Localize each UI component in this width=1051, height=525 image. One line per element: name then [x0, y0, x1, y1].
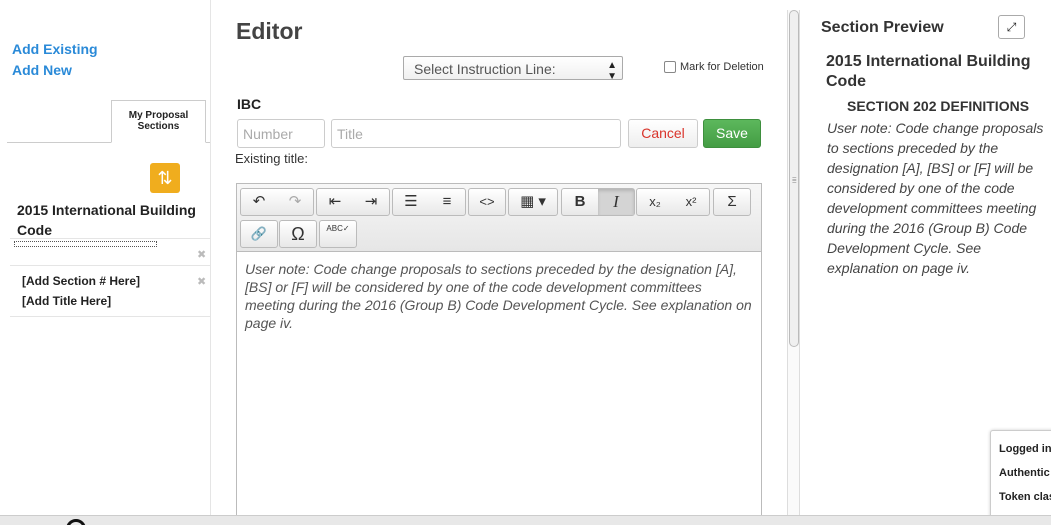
divider	[10, 316, 210, 317]
section-number-placeholder[interactable]: [Add Section # Here]	[22, 274, 140, 288]
page: Add Existing Add New My Proposal Section…	[0, 0, 1051, 525]
auth-line: Authentic	[999, 467, 1050, 479]
expand-icon: ⤢	[1006, 20, 1017, 34]
omega-icon[interactable]: Ω	[280, 221, 316, 247]
spellcheck-icon[interactable]: ABC✓	[320, 221, 356, 247]
link-icon[interactable]: 🔗	[241, 221, 277, 247]
mark-deletion-checkbox[interactable]	[664, 61, 676, 73]
left-panel: Add Existing Add New My Proposal Section…	[0, 0, 211, 515]
expand-button[interactable]: ⤢	[998, 15, 1025, 39]
source-code-icon[interactable]: <>	[469, 189, 505, 215]
add-new-link[interactable]: Add New	[12, 62, 72, 78]
indent-icon[interactable]: ⇥	[353, 189, 389, 215]
instruction-line-select[interactable]: Select Instruction Line: ▲ ▼	[403, 56, 623, 82]
close-icon[interactable]: ✖	[197, 275, 206, 288]
editor-content[interactable]: User note: Code change proposals to sect…	[245, 260, 753, 332]
divider	[10, 265, 210, 266]
bottom-bar	[0, 515, 1051, 525]
link-group: 🔗	[240, 220, 278, 248]
special-char-group: Ω	[279, 220, 317, 248]
preview-section-heading: SECTION 202 DEFINITIONS	[847, 98, 1030, 114]
cancel-button[interactable]: Cancel	[628, 119, 698, 148]
title-input[interactable]: Title	[331, 119, 621, 148]
math-group: Σ	[713, 188, 751, 216]
redo-icon[interactable]: ↷	[277, 189, 313, 215]
editor-title: Editor	[236, 18, 303, 44]
existing-title-label: Existing title:	[235, 151, 308, 166]
auth-line: Token clas	[999, 491, 1051, 503]
select-arrow-icon: ▲ ▼	[607, 60, 617, 82]
drop-zone	[14, 241, 157, 247]
grip-icon: = =	[792, 174, 797, 186]
table-group: ▦ ▾	[508, 188, 558, 216]
source-group: <>	[468, 188, 506, 216]
table-icon[interactable]: ▦ ▾	[509, 189, 557, 215]
numbered-list-icon[interactable]: ≡	[429, 189, 465, 215]
preview-book-title: 2015 International Building Code	[826, 53, 1031, 90]
auth-info-panel: Logged in Authentic Token clas	[990, 430, 1051, 525]
book-title: 2015 International Building Code	[17, 202, 196, 238]
history-group: ↶ ↷	[240, 188, 314, 216]
undo-icon[interactable]: ↶	[241, 189, 277, 215]
add-existing-link[interactable]: Add Existing	[12, 41, 98, 57]
auth-line: Logged in	[999, 443, 1051, 455]
number-input[interactable]: Number	[237, 119, 325, 148]
save-button[interactable]: Save	[703, 119, 761, 148]
preview-user-note: User note: Code change proposals to sect…	[827, 120, 1044, 276]
mark-deletion-toggle[interactable]: Mark for Deletion	[664, 61, 764, 73]
rich-text-editor[interactable]: ↶ ↷ ⇤ ⇥ ☰ ≡ <> ▦ ▾ B I x₂ x² Σ 🔗 Ω ABC✓ …	[236, 183, 762, 523]
bullet-list-icon[interactable]: ☰	[393, 189, 429, 215]
sigma-icon[interactable]: Σ	[714, 189, 750, 215]
close-icon[interactable]: ✖	[197, 248, 206, 261]
spellcheck-group: ABC✓	[319, 220, 357, 248]
scrollbar-thumb[interactable]: = =	[789, 10, 799, 347]
sort-icon[interactable]: ⇅	[150, 163, 180, 193]
indent-group: ⇤ ⇥	[316, 188, 390, 216]
bold-icon[interactable]: B	[562, 189, 598, 215]
list-group: ☰ ≡	[392, 188, 466, 216]
code-label: IBC	[237, 96, 262, 112]
tab-my-proposal-sections[interactable]: My Proposal Sections	[111, 100, 206, 143]
superscript-icon[interactable]: x²	[673, 189, 709, 215]
select-label: Select Instruction Line:	[414, 61, 556, 77]
editor-toolbar: ↶ ↷ ⇤ ⇥ ☰ ≡ <> ▦ ▾ B I x₂ x² Σ 🔗 Ω ABC✓	[237, 184, 761, 252]
section-title-placeholder[interactable]: [Add Title Here]	[22, 294, 111, 308]
format-group: B I	[561, 188, 635, 216]
script-group: x₂ x²	[636, 188, 710, 216]
outdent-icon[interactable]: ⇤	[317, 189, 353, 215]
divider	[10, 238, 210, 239]
scrollbar[interactable]: = =	[787, 10, 800, 515]
mark-deletion-label: Mark for Deletion	[680, 61, 764, 73]
subscript-icon[interactable]: x₂	[637, 189, 673, 215]
tab-label: My Proposal Sections	[128, 110, 189, 132]
preview-title: Section Preview	[821, 19, 944, 36]
italic-icon[interactable]: I	[598, 189, 634, 215]
